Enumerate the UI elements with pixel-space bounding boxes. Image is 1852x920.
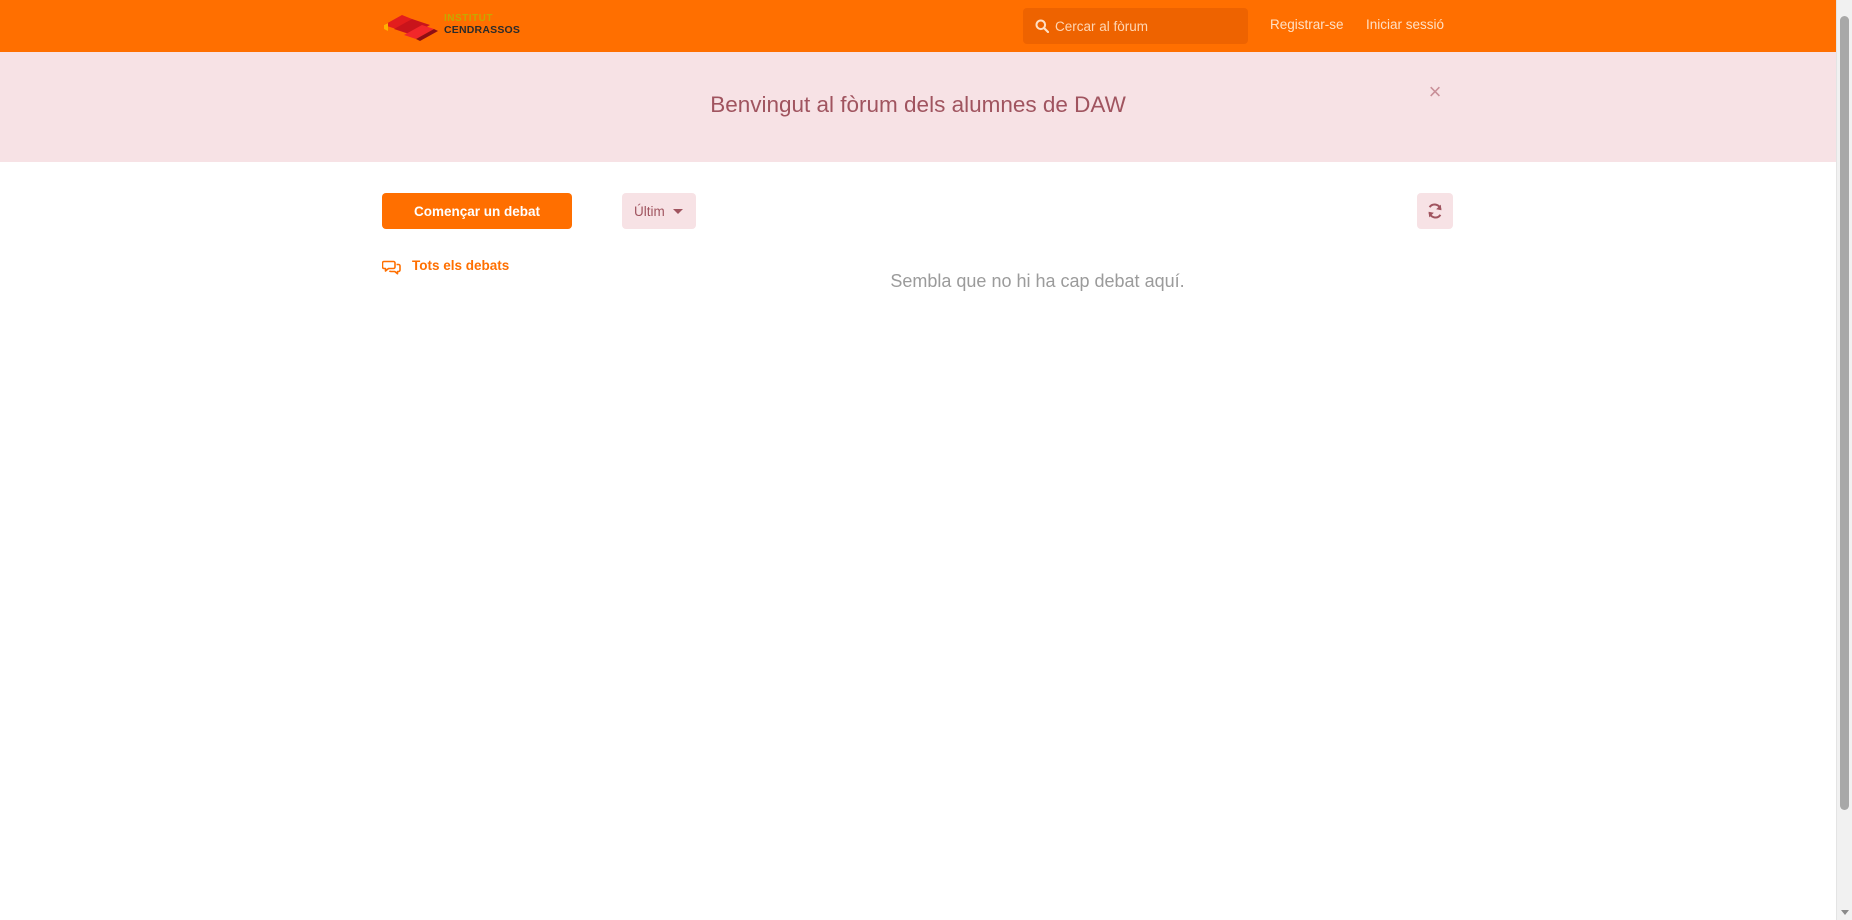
refresh-icon (1428, 203, 1442, 219)
sort-dropdown[interactable]: Últim (622, 193, 696, 229)
scrollbar-thumb[interactable] (1840, 16, 1849, 810)
sort-label: Últim (634, 203, 665, 219)
search-input[interactable] (1055, 8, 1241, 44)
refresh-button[interactable] (1417, 193, 1453, 229)
register-link[interactable]: Registrar-se (1270, 17, 1344, 32)
cendrassos-logo-icon (384, 15, 438, 41)
sidebar-item-label: Tots els debats (412, 258, 510, 273)
comments-icon (382, 260, 401, 275)
search-icon (1035, 19, 1049, 33)
logo-text: CENDRASSOS (444, 24, 521, 36)
welcome-title: Benvingut al fòrum dels alumnes de DAW (710, 92, 1126, 117)
page-scrollbar[interactable] (1836, 0, 1852, 920)
login-link[interactable]: Iniciar sessió (1366, 17, 1444, 32)
start-discussion-button[interactable]: Començar un debat (382, 193, 572, 229)
empty-state-message: Sembla que no hi ha cap debat aquí. (890, 271, 1185, 291)
forum-search[interactable] (1023, 8, 1248, 44)
close-icon[interactable]: × (1425, 81, 1445, 103)
top-header: INSTITUT CENDRASSOS Registrar-se Iniciar… (0, 0, 1836, 52)
caret-down-icon (673, 209, 683, 214)
logo-text-top: INSTITUT (444, 13, 493, 24)
forum-page: INSTITUT CENDRASSOS Registrar-se Iniciar… (0, 0, 1852, 920)
site-logo[interactable]: INSTITUT CENDRASSOS (382, 9, 522, 43)
welcome-banner: Benvingut al fòrum dels alumnes de DAW × (0, 52, 1836, 162)
scroll-down-arrow-icon[interactable] (1841, 910, 1849, 915)
